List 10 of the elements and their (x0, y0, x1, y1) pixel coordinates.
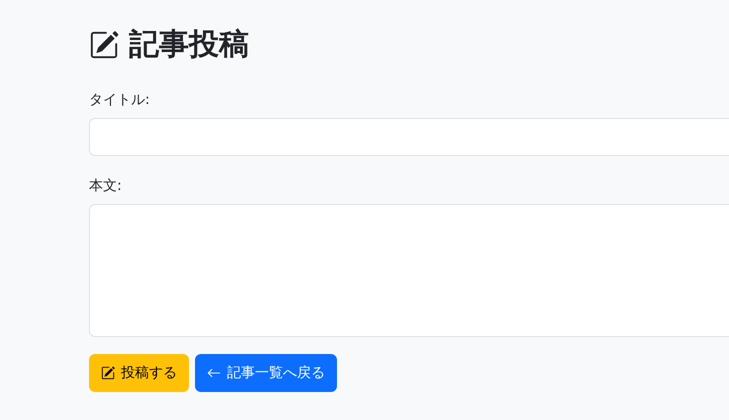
title-field[interactable] (89, 118, 729, 156)
edit-icon (89, 30, 119, 60)
submit-button[interactable]: 投稿する (89, 354, 189, 392)
field-label: 本文: (89, 177, 123, 196)
field-label: タイトル: (89, 91, 151, 110)
arrow-left-icon (207, 366, 221, 380)
back-button[interactable]: 記事一覧へ戻る (195, 354, 337, 392)
edit-icon (101, 366, 115, 380)
page-title: 記事投稿 (129, 30, 249, 60)
body-field[interactable] (89, 204, 729, 337)
